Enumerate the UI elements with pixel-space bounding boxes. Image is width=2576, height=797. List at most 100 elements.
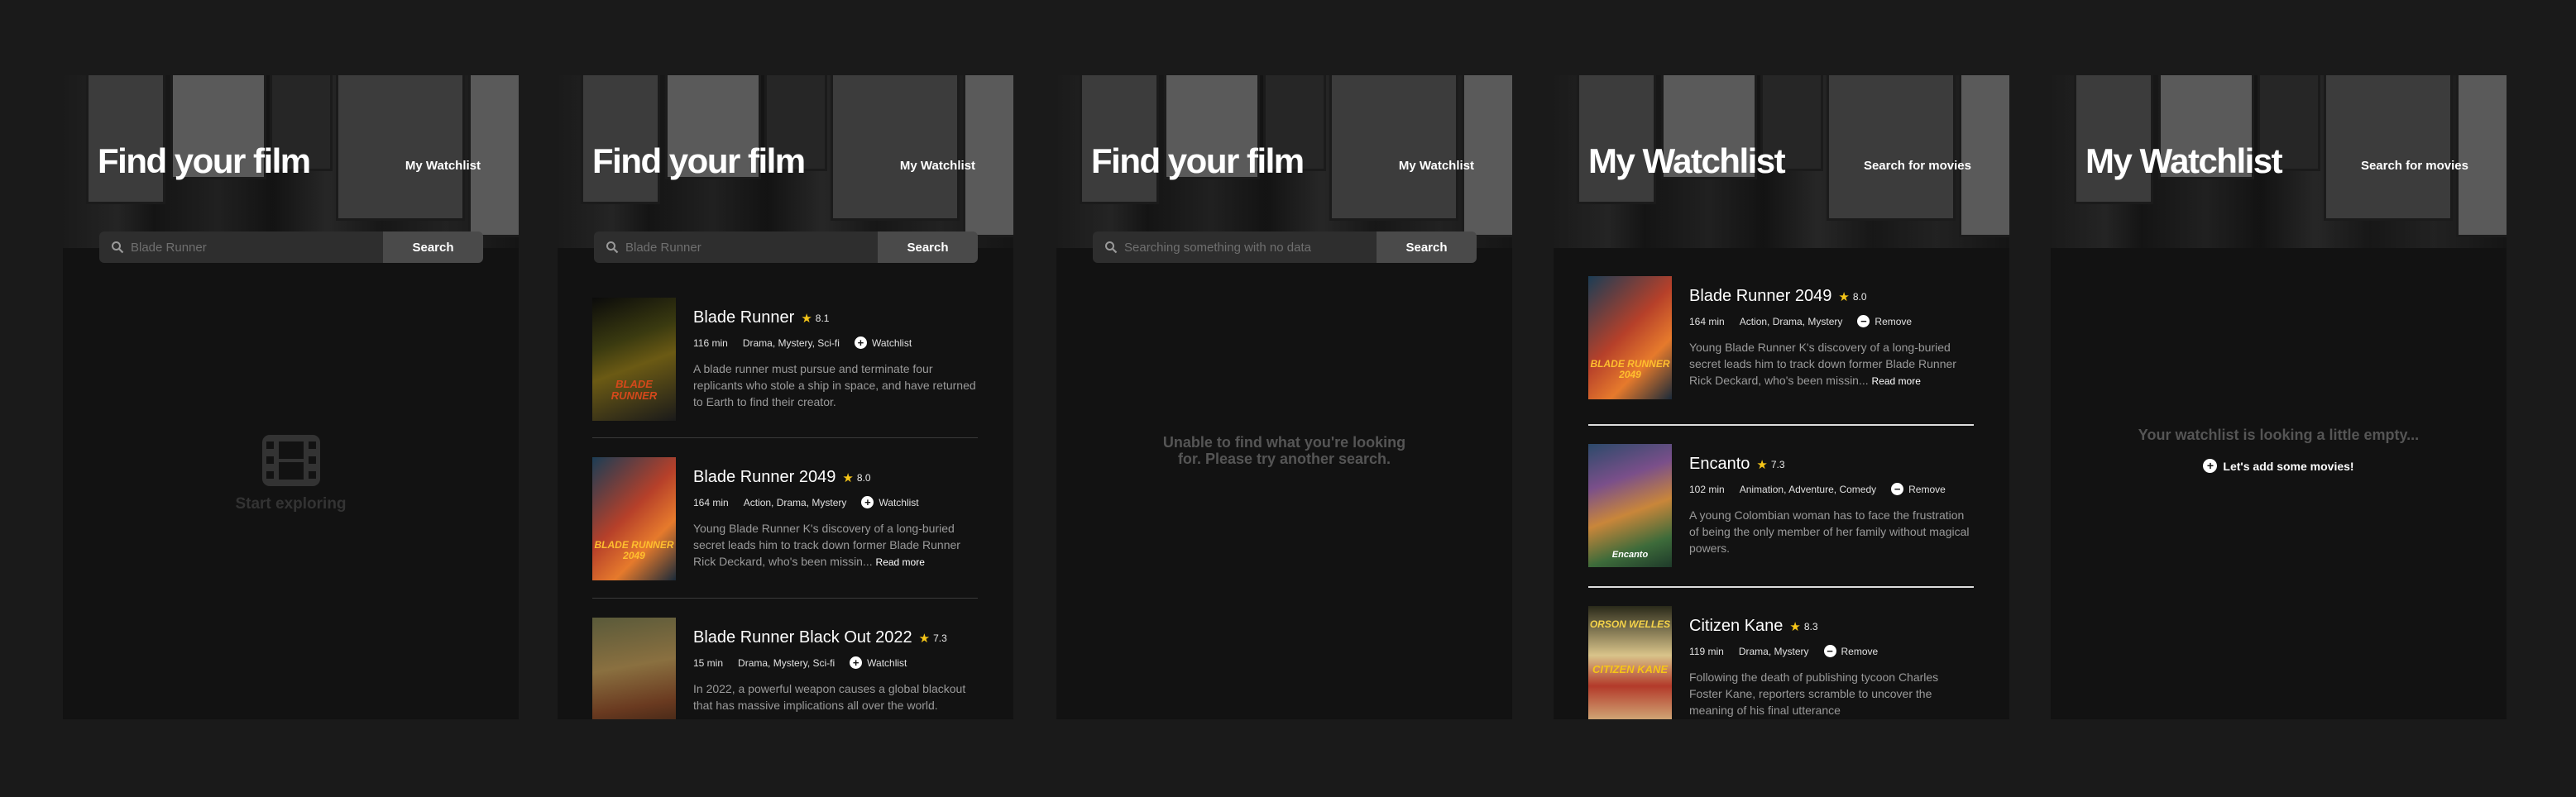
movie-title: Blade Runner Black Out 2022 (693, 628, 912, 647)
add-movies-link[interactable]: + Let's add some movies! (2051, 459, 2507, 473)
movie-rating: 7.3 (933, 632, 947, 644)
search-input[interactable]: Blade Runner (99, 231, 383, 263)
add-to-watchlist-button[interactable]: + Watchlist (854, 336, 912, 349)
movie-genres: Drama, Mystery, Sci-fi (738, 656, 836, 669)
movie-genres: Action, Drama, Mystery (743, 496, 847, 508)
page-title: Find your film (98, 141, 311, 180)
poster-top-text: ORSON WELLES (1589, 618, 1671, 630)
screen-watchlist: My Watchlist Search for movies BLADE RUN… (1554, 75, 2009, 719)
star-icon: ★ (1756, 457, 1768, 472)
add-to-watchlist-label: Watchlist (867, 656, 907, 669)
page-title: Find your film (1091, 141, 1305, 180)
movie-genres: Action, Drama, Mystery (1739, 315, 1843, 327)
remove-button[interactable]: − Remove (1857, 315, 1912, 327)
movie-title: Citizen Kane (1689, 617, 1784, 635)
poster-title: BLADE RUNNER (610, 378, 658, 402)
movie-runtime: 164 min (1689, 315, 1725, 327)
star-icon: ★ (801, 311, 812, 326)
minus-icon: − (1823, 645, 1836, 657)
star-icon: ★ (1789, 619, 1801, 634)
movie-runtime: 164 min (693, 496, 729, 508)
search-input-value: Blade Runner (625, 240, 701, 255)
movie-item: BLADE RUNNER Blade Runner ★ 8.1 116 min Dra… (592, 298, 978, 422)
search-input-value: Blade Runner (131, 240, 207, 255)
movie-description: A young Colombian woman has to face the … (1689, 508, 1970, 555)
plus-icon: + (854, 336, 867, 349)
nav-link-my-watchlist[interactable]: My Watchlist (405, 159, 481, 173)
page-title: Find your film (592, 141, 806, 180)
watchlist-item: ORSON WELLES CITIZEN KANE Citizen Kane ★ 8… (1588, 606, 1974, 719)
watchlist-item: BLADE RUNNER 2049 Blade Runner 2049 ★ 8.0 … (1588, 276, 1974, 400)
poster-title: BLADE RUNNER 2049 (594, 539, 674, 561)
minus-icon: − (1891, 483, 1904, 495)
search-input[interactable]: Blade Runner (594, 231, 878, 263)
page-title: My Watchlist (1588, 141, 1786, 180)
movie-rating: 7.3 (1770, 458, 1785, 470)
search-button[interactable]: Search (1377, 231, 1477, 263)
search-button[interactable]: Search (878, 231, 978, 263)
plus-icon: + (2203, 459, 2218, 473)
movie-rating: 8.3 (1803, 620, 1818, 632)
add-to-watchlist-button[interactable]: + Watchlist (850, 656, 907, 669)
movie-runtime: 15 min (693, 656, 724, 669)
remove-button[interactable]: − Remove (1891, 483, 1946, 495)
empty-watchlist-message: Your watchlist is looking a little empty… (2138, 427, 2420, 443)
search-icon (1105, 241, 1118, 254)
movie-poster: ORSON WELLES CITIZEN KANE (1588, 606, 1672, 719)
divider (592, 598, 978, 599)
page-title: My Watchlist (2085, 141, 2283, 180)
nav-link-search-for-movies[interactable]: Search for movies (1864, 159, 1971, 173)
movie-genres: Drama, Mystery, Sci-fi (742, 336, 840, 349)
movie-runtime: 119 min (1689, 645, 1724, 657)
poster-title: CITIZEN KANE (1592, 663, 1668, 675)
read-more-link[interactable]: Read more (1872, 375, 1921, 387)
search-icon (112, 241, 124, 254)
watchlist-item: Encanto Encanto ★ 7.3 102 min Animation, Ad… (1588, 444, 1974, 568)
movie-item: Blade Runner Black Out 2022 ★ 7.3 15 min Dr… (592, 618, 978, 719)
movie-poster: BLADE RUNNER 2049 (1588, 276, 1672, 399)
star-icon: ★ (842, 470, 854, 485)
poster-title: Encanto (1611, 550, 1649, 560)
add-to-watchlist-label: Watchlist (879, 496, 919, 508)
add-to-watchlist-button[interactable]: + Watchlist (861, 496, 919, 508)
film-icon (261, 435, 320, 486)
empty-state: Start exploring (63, 435, 519, 513)
nav-link-my-watchlist[interactable]: My Watchlist (900, 159, 975, 173)
screen-search-initial: Find your film My Watchlist Blade Runner… (63, 75, 519, 719)
movie-description: A blade runner must pursue and terminate… (693, 362, 976, 408)
movie-poster: BLADE RUNNER 2049 (592, 457, 676, 580)
nav-link-my-watchlist[interactable]: My Watchlist (1399, 159, 1474, 173)
movie-genres: Animation, Adventure, Comedy (1739, 483, 1877, 495)
star-icon: ★ (1838, 289, 1850, 304)
movie-item: BLADE RUNNER 2049 Blade Runner 2049 ★ 8.0 … (592, 457, 978, 581)
movie-title: Encanto (1689, 455, 1750, 473)
movie-poster (592, 618, 676, 719)
add-movies-label: Let's add some movies! (2223, 459, 2354, 473)
screen-watchlist-empty: My Watchlist Search for movies Your watc… (2051, 75, 2507, 719)
movie-rating: 8.1 (815, 312, 830, 324)
screen-search-results: Find your film My Watchlist Blade Runner… (558, 75, 1013, 719)
search-button[interactable]: Search (383, 231, 483, 263)
nav-link-search-for-movies[interactable]: Search for movies (2361, 159, 2468, 173)
divider (592, 437, 978, 438)
search-input-value: Searching something with no data (1124, 240, 1311, 255)
movie-description: In 2022, a powerful weapon causes a glob… (693, 682, 966, 712)
search-icon (606, 241, 619, 254)
remove-label: Remove (1875, 315, 1913, 327)
movie-runtime: 116 min (693, 336, 728, 349)
plus-icon: + (850, 656, 863, 669)
start-exploring-label: Start exploring (235, 495, 347, 513)
remove-button[interactable]: − Remove (1823, 645, 1879, 657)
read-more-link[interactable]: Read more (876, 556, 925, 568)
movie-title: Blade Runner 2049 (693, 468, 836, 486)
divider (1588, 424, 1974, 426)
remove-label: Remove (1841, 645, 1879, 657)
add-to-watchlist-label: Watchlist (871, 336, 912, 349)
divider (1588, 586, 1974, 588)
plus-icon: + (861, 496, 874, 508)
movie-genres: Drama, Mystery (1738, 645, 1809, 657)
movie-description: Following the death of publishing tycoon… (1689, 671, 1939, 717)
search-input[interactable]: Searching something with no data (1093, 231, 1377, 263)
movie-title: Blade Runner 2049 (1689, 287, 1832, 305)
poster-title: BLADE RUNNER 2049 (1590, 358, 1670, 380)
